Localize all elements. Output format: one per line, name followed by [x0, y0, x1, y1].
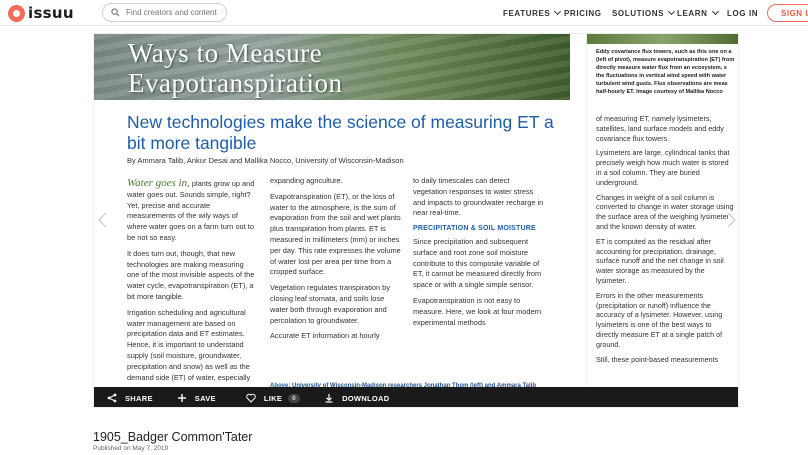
- download-label: DOWNLOAD: [342, 393, 390, 403]
- paragraph: Lysimeters are large, cylindrical tanks …: [596, 148, 730, 187]
- document-reader[interactable]: Ways to Measure Evapotranspiration New t…: [93, 33, 739, 408]
- paragraph: Since precipitation and subsequent surfa…: [413, 236, 542, 290]
- right-photo-caption: Eddy covariance flux towers, such as thi…: [596, 49, 735, 95]
- save-label: SAVE: [194, 393, 216, 403]
- paragraph: Evapotranspiration is not easy to measur…: [413, 295, 542, 327]
- page-right: Eddy covariance flux towers, such as thi…: [586, 34, 738, 387]
- article-byline: By Ammara Talib, Ankur Desai and Mallika…: [127, 156, 404, 165]
- nav-solutions-label: SOLUTIONS: [612, 8, 665, 18]
- lead-in: Water goes in,: [127, 177, 190, 189]
- hero-title-line2: Evapotranspiration: [128, 68, 343, 98]
- top-navigation-bar: issuu FEATURES PRICING SOLUTIONS LEARN L…: [0, 0, 808, 26]
- previous-page-button[interactable]: [99, 206, 115, 234]
- nav-learn[interactable]: LEARN: [677, 0, 719, 26]
- chevron-right-icon: [719, 212, 735, 228]
- chevron-down-icon: [668, 7, 676, 16]
- paragraph: Accurate ET information at hourly: [270, 331, 380, 341]
- paragraph: expanding agriculture.: [270, 176, 343, 185]
- chevron-down-icon: [554, 7, 562, 16]
- paragraph: of measuring ET, namely lysimeters, sate…: [596, 114, 724, 143]
- search-box[interactable]: [102, 3, 227, 22]
- reader-toolbar: SHARE SAVE LIKE 0 DOWNLOAD: [94, 387, 738, 407]
- nav-pricing-label: PRICING: [564, 8, 602, 18]
- like-button[interactable]: LIKE 0: [246, 393, 301, 403]
- nav-login[interactable]: LOG IN: [727, 0, 758, 26]
- paragraph: ET is computed as the residual after acc…: [596, 236, 724, 285]
- signup-button[interactable]: SIGN UP: [767, 4, 808, 22]
- article-column-2: expanding agriculture. Evapotranspiratio…: [270, 176, 403, 347]
- chevron-left-icon: [99, 212, 115, 228]
- paragraph: Vegetation regulates transpiration by cl…: [270, 283, 390, 325]
- article-column-3: to daily timescales can detect vegetatio…: [413, 176, 544, 333]
- nav-features[interactable]: FEATURES: [503, 0, 562, 26]
- download-button[interactable]: DOWNLOAD: [324, 393, 389, 403]
- chevron-down-icon: [711, 7, 719, 16]
- search-icon: [111, 8, 120, 17]
- like-count: 0: [288, 393, 301, 403]
- hero-title: Ways to Measure Evapotranspiration: [128, 38, 342, 98]
- issuu-logo-icon: [8, 4, 25, 22]
- nav-learn-label: LEARN: [677, 8, 708, 18]
- nav-features-label: FEATURES: [503, 8, 551, 18]
- hero-title-line1: Ways to Measure: [128, 38, 323, 68]
- hero-image: Ways to Measure Evapotranspiration: [94, 34, 570, 100]
- paragraph: to daily timescales can detect vegetatio…: [413, 176, 544, 218]
- search-input[interactable]: [126, 8, 221, 17]
- paragraph: It does turn out, though, that new techn…: [127, 248, 255, 301]
- photo-strip: [587, 34, 738, 44]
- share-icon: [107, 393, 117, 403]
- section-subhead: PRECIPITATION & SOIL MOISTURE: [413, 225, 536, 233]
- like-label: LIKE: [263, 393, 283, 403]
- publication-title: 1905_Badger Common'Tater: [93, 430, 253, 444]
- paragraph: Still, these point-based measurements: [596, 354, 719, 364]
- paragraph: Irrigation scheduling and agricultural w…: [127, 307, 251, 382]
- heart-icon: [246, 393, 256, 403]
- issuu-logo[interactable]: issuu: [8, 4, 74, 22]
- share-label: SHARE: [125, 393, 153, 403]
- download-icon: [325, 394, 333, 403]
- save-button[interactable]: SAVE: [177, 393, 216, 403]
- nav-pricing[interactable]: PRICING: [564, 0, 602, 26]
- logo-text: issuu: [28, 4, 74, 22]
- next-page-button[interactable]: [719, 206, 735, 234]
- right-column: of measuring ET, namely lysimeters, sate…: [596, 114, 736, 369]
- publication-date: Published on May 7, 2019: [93, 445, 169, 452]
- paragraph: Evapotranspiration (ET), or the loss of …: [270, 191, 401, 277]
- paragraph: Water goes in, plants grow up and water …: [127, 178, 257, 244]
- plus-icon: [177, 394, 186, 402]
- article-column-1: Water goes in, plants grow up and water …: [127, 178, 257, 388]
- page-left: New technologies make the science of mea…: [94, 100, 570, 405]
- article-headline: New technologies make the science of mea…: [127, 112, 554, 153]
- paragraph: Errors in the other measurements (precip…: [596, 290, 723, 349]
- nav-login-label: LOG IN: [727, 8, 759, 18]
- paragraph: Changes in weight of a soil column is co…: [596, 192, 734, 231]
- nav-solutions[interactable]: SOLUTIONS: [612, 0, 676, 26]
- share-button[interactable]: SHARE: [107, 393, 153, 403]
